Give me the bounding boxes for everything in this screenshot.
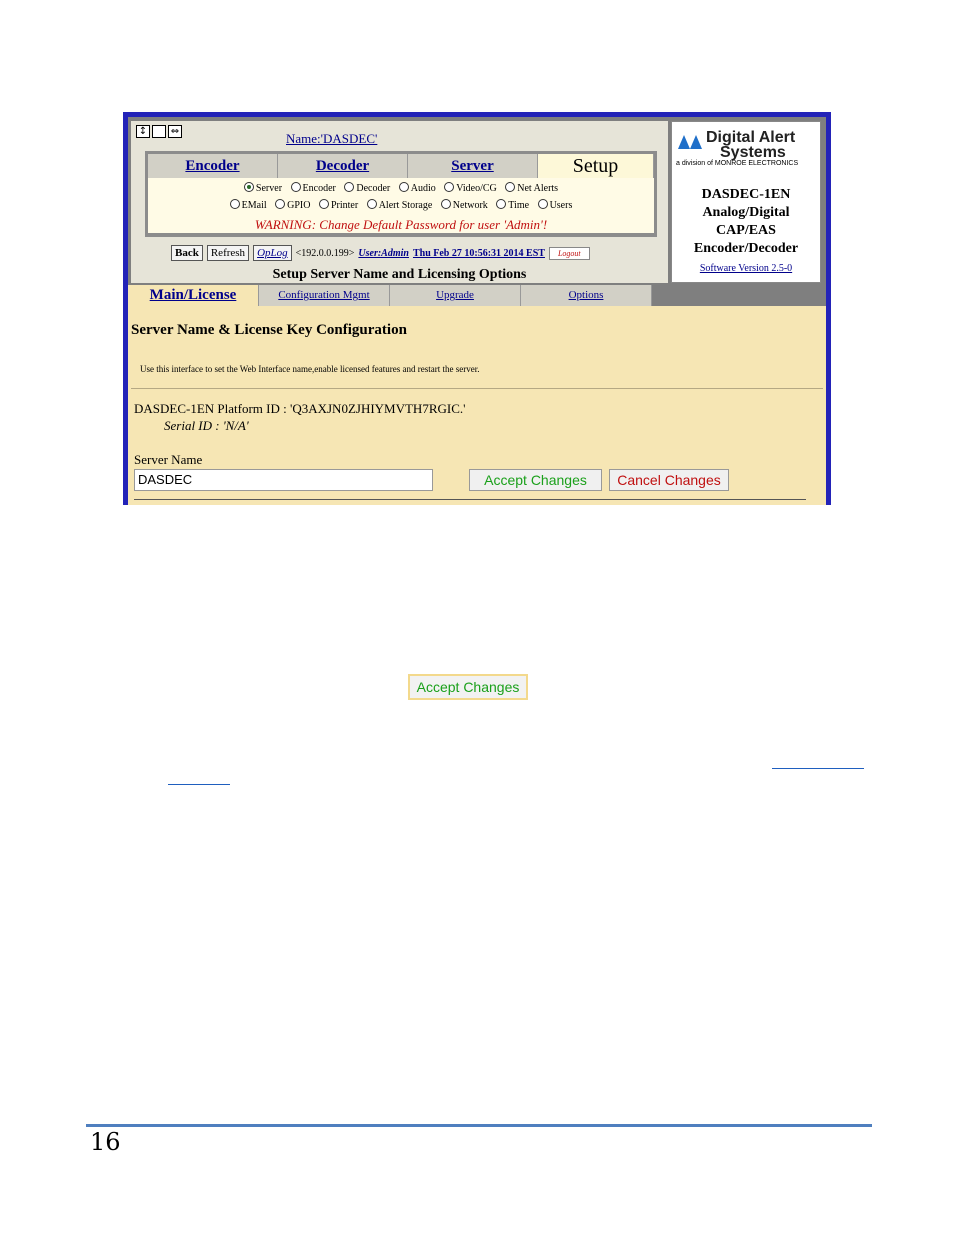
radio-alert-storage[interactable]: Alert Storage — [366, 199, 432, 211]
triangle-logo-icon — [678, 135, 702, 149]
license-content: Server Name & License Key Configuration … — [128, 306, 826, 505]
accept-changes-button[interactable]: Accept Changes — [469, 469, 602, 491]
serial-id: Serial ID : 'N/A' — [164, 418, 249, 433]
radio-audio[interactable]: Audio — [398, 182, 436, 194]
radio-time[interactable]: Time — [496, 199, 529, 211]
radio-icon — [344, 182, 355, 192]
accept-changes-button-image: Accept Changes — [408, 674, 528, 700]
tab-options[interactable]: Options — [521, 285, 652, 306]
radio-printer[interactable]: Printer — [318, 199, 358, 211]
tab-encoder[interactable]: Encoder — [148, 154, 278, 178]
datetime-link[interactable]: Thu Feb 27 10:56:31 2014 EST — [413, 248, 545, 259]
radio-icon — [366, 199, 377, 209]
radio-video-cg[interactable]: Video/CG — [444, 182, 497, 194]
radio-gpio[interactable]: GPIO — [275, 199, 310, 211]
oplog-button[interactable]: OpLog — [253, 245, 292, 261]
refresh-button[interactable]: Refresh — [206, 245, 250, 261]
dasdec-screenshot: ↕ ⇔ Name:'DASDEC' Encoder Decoder Server… — [123, 112, 831, 505]
radio-icon — [537, 199, 548, 209]
tab-decoder[interactable]: Decoder — [278, 154, 408, 178]
radio-server[interactable]: Server — [243, 182, 282, 194]
footer-rule — [86, 1124, 872, 1127]
platform-id: DASDEC-1EN Platform ID : 'Q3AXJN0ZJHIYMV… — [134, 401, 466, 416]
dasdec-window: ↕ ⇔ Name:'DASDEC' Encoder Decoder Server… — [128, 117, 826, 505]
setup-options: Server Encoder Decoder Audio Video/CG Ne… — [148, 178, 654, 233]
server-name-label: Server Name — [134, 452, 203, 467]
resize-horizontal-icon[interactable]: ⇔ — [168, 125, 182, 138]
main-tabs-box: Encoder Decoder Server Setup Server Enco… — [145, 151, 657, 237]
product-name: DASDEC-1EN Analog/Digital CAP/EAS Encode… — [693, 187, 799, 256]
radio-row-1: Server Encoder Decoder Audio Video/CG Ne… — [148, 182, 654, 194]
link-underline — [168, 784, 230, 785]
tab-server[interactable]: Server — [408, 154, 538, 178]
back-button[interactable]: Back — [171, 245, 203, 261]
radio-decoder[interactable]: Decoder — [344, 182, 390, 194]
page-number: 16 — [90, 1128, 121, 1156]
software-version-link[interactable]: Software Version 2.5-0 — [672, 263, 820, 274]
radio-email[interactable]: EMail — [229, 199, 267, 211]
window-icon[interactable] — [152, 125, 166, 138]
header-panel: ↕ ⇔ Name:'DASDEC' Encoder Decoder Server… — [131, 121, 668, 283]
section-title: Setup Server Name and Licensing Options — [272, 267, 527, 282]
radio-icon — [496, 199, 507, 209]
radio-row-2: EMail GPIO Printer Alert Storage Network… — [148, 199, 654, 211]
divider — [131, 388, 823, 389]
logo-panel: Digital Alert Systems a division of MONR… — [671, 121, 821, 283]
config-description: Use this interface to set the Web Interf… — [140, 364, 480, 374]
window-icons: ↕ ⇔ — [136, 125, 182, 138]
logo-brand: Digital Alert Systems — [706, 129, 796, 161]
radio-icon — [275, 199, 286, 209]
tab-setup[interactable]: Setup — [538, 154, 654, 178]
radio-icon — [444, 182, 455, 192]
radio-icon — [229, 199, 240, 209]
device-name-link[interactable]: Name:'DASDEC' — [286, 131, 377, 147]
password-warning: WARNING: Change Default Password for use… — [254, 217, 548, 232]
logout-button[interactable]: Logout — [548, 246, 590, 260]
radio-net-alerts[interactable]: Net Alerts — [505, 182, 558, 194]
divider — [134, 499, 806, 500]
radio-icon — [398, 182, 409, 192]
radio-encoder[interactable]: Encoder — [290, 182, 336, 194]
top-bar: ↕ ⇔ Name:'DASDEC' Encoder Decoder Server… — [128, 117, 826, 285]
toolbar: Back Refresh OpLog <192.0.0.199> User:Ad… — [171, 245, 590, 261]
radio-icon — [505, 182, 516, 192]
radio-users[interactable]: Users — [537, 199, 572, 211]
radio-selected-icon — [243, 182, 254, 192]
main-tabs: Encoder Decoder Server Setup — [148, 154, 654, 178]
server-name-input[interactable]: DASDEC — [134, 469, 433, 491]
tab-main-license[interactable]: Main/License — [128, 285, 259, 306]
sub-tabs: Main/License Configuration Mgmt Upgrade … — [128, 285, 826, 306]
link-underline — [772, 768, 864, 769]
radio-icon — [440, 199, 451, 209]
logo-division: a division of MONROE ELECTRONICS — [676, 160, 799, 167]
cancel-changes-button[interactable]: Cancel Changes — [609, 469, 729, 491]
radio-icon — [290, 182, 301, 192]
radio-network[interactable]: Network — [440, 199, 488, 211]
user-link[interactable]: User:Admin — [358, 248, 409, 259]
radio-icon — [318, 199, 329, 209]
config-title: Server Name & License Key Configuration — [131, 322, 407, 338]
tab-configuration-mgmt[interactable]: Configuration Mgmt — [259, 285, 390, 306]
tab-upgrade[interactable]: Upgrade — [390, 285, 521, 306]
ip-address: <192.0.0.199> — [295, 247, 355, 259]
resize-vertical-icon[interactable]: ↕ — [136, 125, 150, 138]
